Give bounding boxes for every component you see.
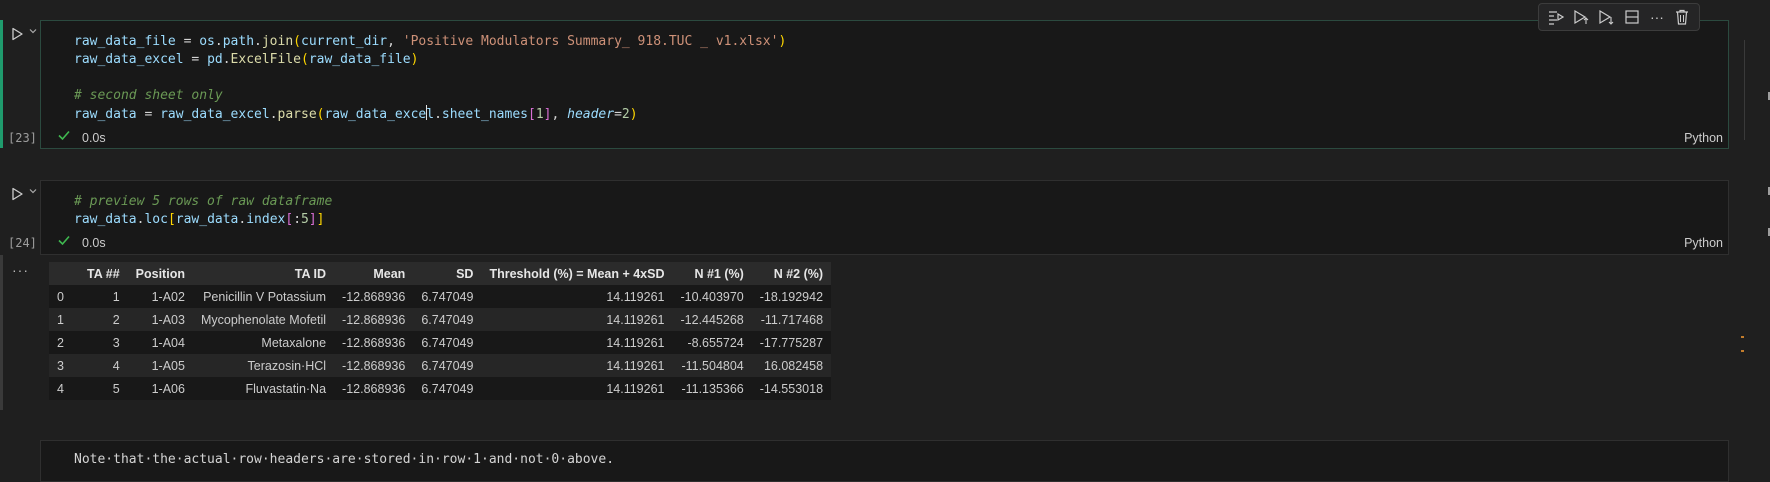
table-cell: 5 [112,381,120,396]
table-cell: -10.403970 [680,289,744,304]
table-cell: 14.119261 [606,358,665,373]
execution-count: [23] [8,131,37,145]
play-icon [12,27,23,41]
code-comment[interactable]: # preview 5 rows of raw dataframe [74,193,332,211]
column-header: N #1 (%) [672,262,752,285]
table-cell: Mycophenolate Mofetil [200,312,327,327]
table-cell: 1 [112,289,120,304]
table-cell: 14.119261 [606,381,665,396]
code-line-1[interactable]: raw_data.loc[raw_data.index[:5]] [74,211,325,229]
table-cell: -18.192942 [759,289,824,304]
table-cell: -11.504804 [681,358,744,373]
column-header: TA ## [79,262,128,285]
table-cell: -12.868936 [342,335,406,350]
table-cell: 14.119261 [606,335,665,350]
play-icon [12,187,23,201]
scrollbar-marker[interactable] [1741,336,1744,338]
table-cell: 6.747049 [421,289,474,304]
execution-time: 0.0s [82,131,106,145]
chevron-down-icon[interactable] [28,186,38,199]
table-row: 0 1 1-A02 Penicillin V Potassium -12.868936 6… [49,285,832,308]
table-header-row: TA ## Position TA ID Mean SD Threshold (… [49,262,832,285]
execute-above-icon[interactable] [1570,6,1592,28]
execution-count: [24] [8,236,37,250]
dataframe-output: TA ## Position TA ID Mean SD Threshold (… [49,262,832,400]
markdown-text: Note·that·the·actual·row·headers·are·sto… [74,452,615,467]
column-header: Position [127,262,193,285]
code-comment[interactable]: # second sheet only [74,87,223,105]
table-cell: 3 [112,335,120,350]
editor-edge [1744,40,1745,140]
row-index: 1 [57,312,64,327]
column-header: N #2 (%) [751,262,832,285]
run-cell-button[interactable] [10,187,24,201]
table-cell: Terazosin·HCl [247,358,327,373]
table-cell: -8.655724 [687,335,744,350]
table-cell: -17.775287 [759,335,824,350]
table-row: 3 4 1-A05 Terazosin·HCl -12.868936 6.747049 14… [49,354,832,377]
table-cell: 6.747049 [421,312,474,327]
more-icon[interactable]: ··· [1646,6,1668,28]
table-cell: 1-A04 [151,335,185,350]
table-cell: Metaxalone [261,335,327,350]
row-index: 4 [57,381,64,396]
table-cell: 16.082458 [763,358,824,373]
table-cell: Fluvastatin·Na [245,381,327,396]
table-cell: -11.717468 [760,312,824,327]
table-cell: -12.868936 [342,312,406,327]
table-cell: 6.747049 [421,358,474,373]
table-cell: 6.747049 [421,335,474,350]
output-collapse-bar[interactable] [0,255,3,410]
table-cell: -14.553018 [759,381,824,396]
success-check-icon [57,128,71,145]
output-more-icon[interactable]: ··· [12,262,29,278]
success-check-icon [57,233,71,250]
table-row: 4 5 1-A06 Fluvastatin·Na -12.868936 6.747049 1… [49,377,832,400]
table-cell: 1-A03 [151,312,185,327]
table-cell: -12.868936 [342,289,406,304]
cell-toolbar: ··· [1538,3,1700,31]
table-cell: 14.119261 [606,289,665,304]
column-header: Threshold (%) = Mean + 4xSD [481,262,673,285]
table-cell: 1-A06 [151,381,185,396]
table-cell: Penicillin V Potassium [203,289,327,304]
column-header: Mean [334,262,414,285]
table-cell: 1-A02 [151,289,185,304]
table-cell: 6.747049 [421,381,474,396]
execute-below-icon[interactable] [1595,6,1617,28]
delete-icon[interactable] [1671,6,1693,28]
column-header: TA ID [192,262,335,285]
language-label[interactable]: Python [1684,236,1723,250]
table-cell: 4 [112,358,120,373]
row-index: 2 [57,335,64,350]
table-cell: -12.445268 [680,312,744,327]
run-by-line-icon[interactable] [1545,6,1567,28]
split-cell-icon[interactable] [1621,6,1643,28]
language-label[interactable]: Python [1684,131,1723,145]
chevron-down-icon[interactable] [28,26,38,39]
row-index: 3 [57,358,64,373]
code-line-1[interactable]: raw_data_file = os.path.join(current_dir… [74,33,786,51]
table-row: 1 2 1-A03 Mycophenolate Mofetil -12.868936 6.… [49,308,832,331]
cell-focus-indicator [0,20,3,148]
table-cell: -11.135366 [681,381,744,396]
code-line-2[interactable]: raw_data_excel = pd.ExcelFile(raw_data_f… [74,51,418,69]
run-cell-button[interactable] [10,27,24,41]
column-header [49,262,79,285]
table-cell: 2 [112,312,120,327]
table-row: 2 3 1-A04 Metaxalone -12.868936 6.747049 14.11… [49,331,832,354]
row-index: 0 [57,289,64,304]
column-header: SD [413,262,482,285]
table-cell: -12.868936 [342,381,406,396]
table-cell: -12.868936 [342,358,406,373]
table-cell: 14.119261 [606,312,665,327]
scrollbar-marker[interactable] [1741,350,1744,352]
code-line-3[interactable]: raw_data = raw_data_excel.parse(raw_data… [74,105,638,124]
execution-time: 0.0s [82,236,106,250]
table-cell: 1-A05 [151,358,185,373]
